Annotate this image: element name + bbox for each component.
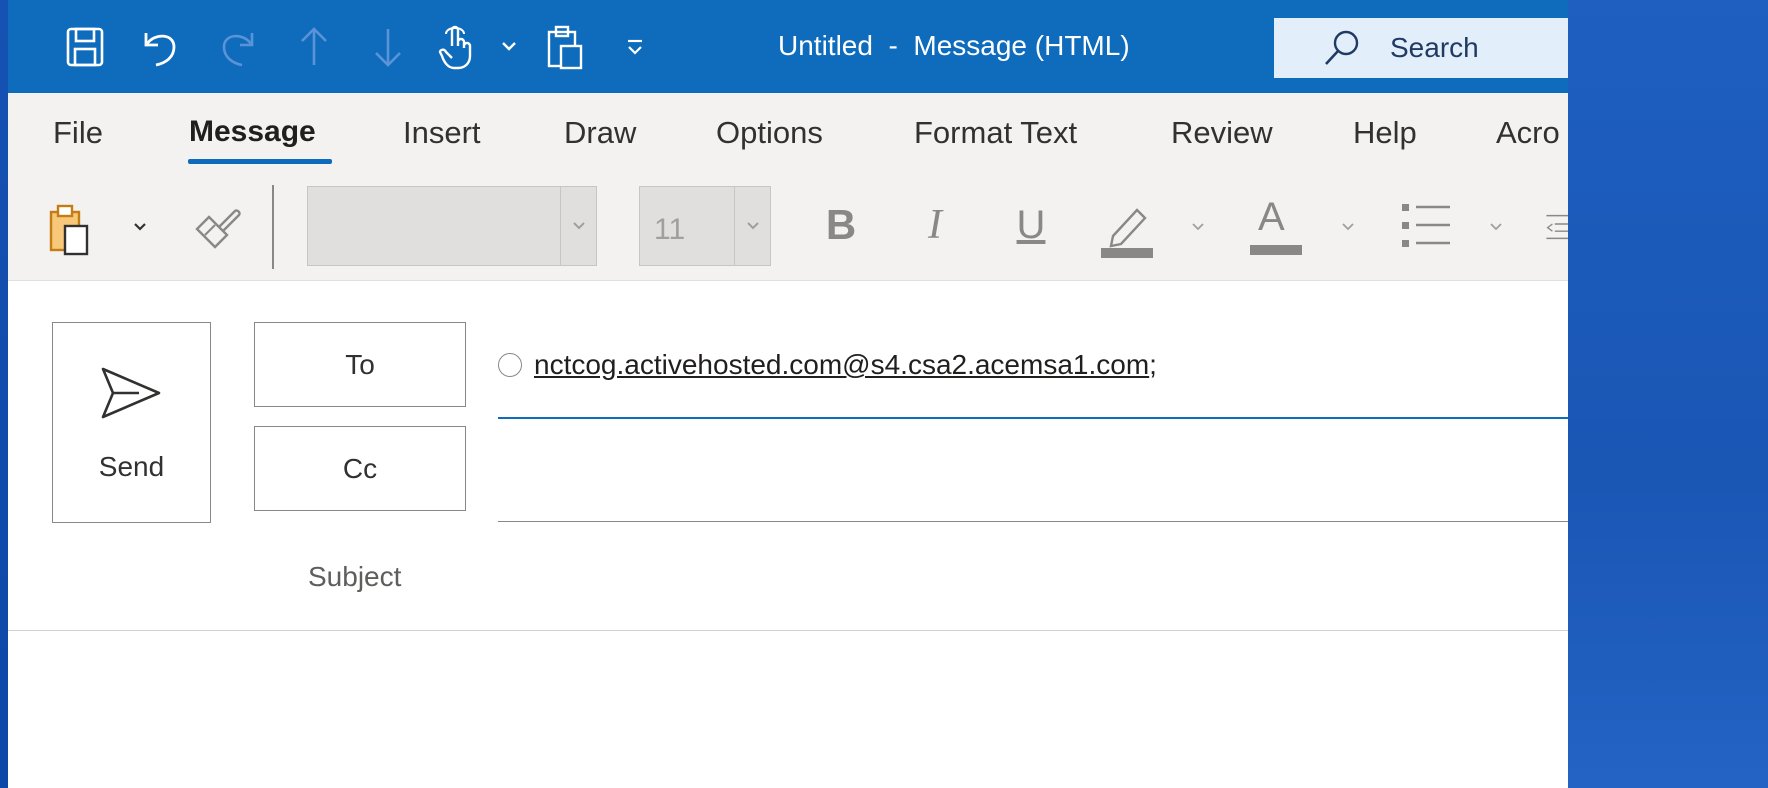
toolbar-divider [272,185,274,269]
tab-help[interactable]: Help [1353,115,1417,151]
subject-label: Subject [308,561,402,592]
decrease-indent-icon [1546,214,1568,240]
format-painter-icon[interactable] [191,203,245,253]
bullet-list-icon [1402,204,1450,247]
tab-insert[interactable]: Insert [403,115,481,151]
undo-icon[interactable] [134,22,184,72]
chevron-down-icon[interactable] [734,187,770,265]
tab-file[interactable]: File [53,115,103,151]
touch-mode-icon[interactable] [436,22,476,72]
tab-format-text[interactable]: Format Text [914,115,1077,151]
font-color-button[interactable]: A [1248,195,1304,261]
font-color-icon: A [1258,195,1285,239]
paste-icon[interactable] [540,22,590,72]
compose-area: Send To Cc nctcog.activehosted.com@s4.cs… [8,281,1568,788]
to-field-underline [498,417,1568,419]
cc-field[interactable] [498,431,1568,517]
bullets-button[interactable] [1398,197,1454,253]
customize-quick-access-icon[interactable] [620,22,650,72]
tab-review[interactable]: Review [1171,115,1273,151]
chevron-down-icon[interactable] [560,187,596,265]
subject-divider [8,630,1568,631]
chevron-down-icon[interactable] [494,22,524,72]
tab-acrobat[interactable]: Acro [1496,115,1560,151]
underline-icon: U [1016,202,1046,247]
save-icon[interactable] [60,22,110,72]
font-color-swatch [1250,245,1302,255]
send-label: Send [98,451,165,482]
desktop-background-right [1568,0,1768,788]
tab-draw[interactable]: Draw [564,115,636,151]
bullets-chevron-icon[interactable] [1486,217,1506,237]
bold-icon: B [825,201,857,248]
active-tab-indicator [188,159,332,164]
paste-icon[interactable] [44,201,94,257]
redo-icon[interactable] [214,22,264,72]
send-button[interactable]: Send [52,322,211,523]
font-name-select[interactable] [307,186,597,266]
decrease-indent-button[interactable] [1544,199,1568,255]
highlighter-icon [1101,208,1153,258]
send-icon [101,367,161,419]
highlight-chevron-icon[interactable] [1188,217,1208,237]
tab-options[interactable]: Options [716,115,823,151]
underline-button[interactable]: U [1006,195,1056,255]
tab-message[interactable]: Message [189,115,316,149]
title-bar: Untitled - Message (HTML) Search [8,0,1568,93]
window-title: Untitled - Message (HTML) [778,30,1130,61]
recipient-separator: ; [1149,349,1157,380]
search-box[interactable]: Search [1274,18,1568,78]
ribbon-tabs: File Message Insert Draw Options Format … [8,93,1568,177]
italic-icon: I [928,202,942,248]
bold-button[interactable]: B [816,195,866,255]
paste-options-chevron-icon[interactable] [128,215,152,239]
ribbon-toolbar: 11 B I U A [8,177,1568,281]
search-label: Search [1390,32,1479,63]
search-icon [1325,30,1359,65]
highlight-button[interactable] [1096,195,1156,261]
recipient-address[interactable]: nctcog.activehosted.com@s4.csa2.acemsa1.… [534,349,1149,381]
subject-field[interactable] [498,543,1568,623]
message-body[interactable] [8,633,1568,788]
italic-button[interactable]: I [910,195,960,255]
font-size-value: 11 [654,213,686,246]
cc-field-underline [498,521,1568,522]
to-field[interactable]: nctcog.activehosted.com@s4.csa2.acemsa1.… [498,349,1157,381]
up-arrow-icon[interactable] [294,22,334,72]
font-size-select[interactable]: 11 [639,186,771,266]
to-button[interactable]: To [254,322,466,407]
outlook-message-window: Untitled - Message (HTML) Search File Me… [8,0,1568,788]
font-color-chevron-icon[interactable] [1338,217,1358,237]
desktop-background-left [0,0,8,788]
cc-button[interactable]: Cc [254,426,466,511]
presence-status-icon [498,353,522,377]
down-arrow-icon[interactable] [368,22,408,72]
